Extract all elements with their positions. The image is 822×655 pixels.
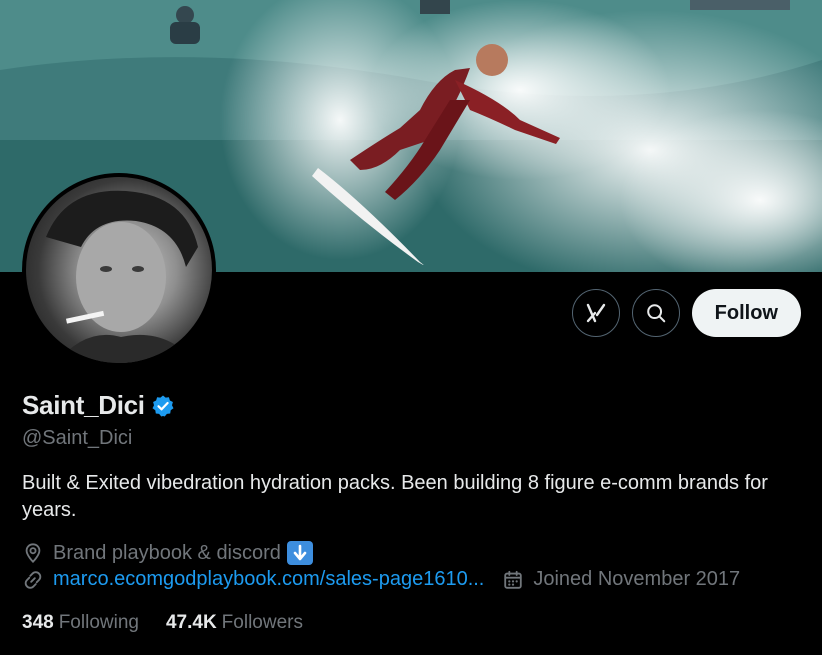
down-arrow-emoji-icon (286, 541, 313, 565)
avatar-image (26, 177, 212, 363)
name-row: Saint_Dici (22, 390, 175, 421)
joined-date: Joined November 2017 (533, 568, 741, 590)
followers-label: Followers (221, 612, 303, 633)
user-handle: @Saint_Dici (22, 427, 133, 449)
search-icon (646, 304, 665, 323)
grok-button[interactable] (571, 289, 620, 337)
display-name: Saint_Dici (22, 390, 145, 420)
following-label: Following (58, 612, 139, 633)
following-count: 348 (22, 612, 54, 633)
website-link[interactable]: marco.ecomgodplaybook.com/sales-page1610… (53, 568, 484, 591)
calendar-icon (504, 570, 523, 589)
follow-button[interactable]: Follow (691, 289, 801, 337)
location-row: Brand playbook & discord (22, 541, 313, 565)
follow-stats: 348 Following 47.4K Followers (22, 612, 303, 634)
search-button[interactable] (631, 289, 680, 337)
website-joined-row: marco.ecomgodplaybook.com/sales-page1610… (22, 568, 740, 591)
verified-badge-icon[interactable] (151, 394, 175, 418)
location-text: Brand playbook & discord (53, 541, 281, 564)
profile-avatar[interactable] (22, 173, 216, 367)
following-stat[interactable]: 348 Following (22, 612, 139, 634)
grok-icon (586, 303, 605, 323)
profile-actions: Follow (571, 289, 801, 337)
followers-count: 47.4K (165, 612, 217, 633)
profile-bio: Built & Exited vibedration hydration pac… (22, 472, 768, 521)
location-pin-icon (25, 543, 41, 564)
link-icon (24, 570, 42, 589)
followers-stat[interactable]: 47.4K Followers (166, 612, 303, 634)
